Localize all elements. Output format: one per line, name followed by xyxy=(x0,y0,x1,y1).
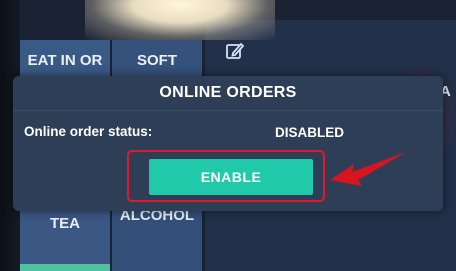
category-tile-soft[interactable]: SOFT xyxy=(112,40,202,80)
pencil-square-icon[interactable] xyxy=(224,40,246,62)
annotation-arrow-icon xyxy=(328,150,408,194)
category-tile-label: SOFT xyxy=(137,51,177,69)
enable-button[interactable]: ENABLE xyxy=(149,159,313,195)
online-order-status-value: DISABLED xyxy=(275,125,345,140)
category-tile-label: TEA xyxy=(50,215,80,232)
enable-button-label: ENABLE xyxy=(200,169,262,185)
dialog-divider xyxy=(13,110,443,111)
light-glare xyxy=(85,0,275,40)
category-tile-alcohol[interactable]: ALCOHOL xyxy=(112,205,202,271)
online-order-status-label: Online order status: xyxy=(24,124,153,139)
tile-accent-bar xyxy=(20,264,110,271)
dialog-title: ONLINE ORDERS xyxy=(159,84,297,101)
category-tile-label: EAT IN OR xyxy=(27,51,103,69)
category-tile-tea[interactable]: TEA xyxy=(20,205,110,271)
category-tile-eat-in[interactable]: EAT IN OR xyxy=(20,40,110,80)
